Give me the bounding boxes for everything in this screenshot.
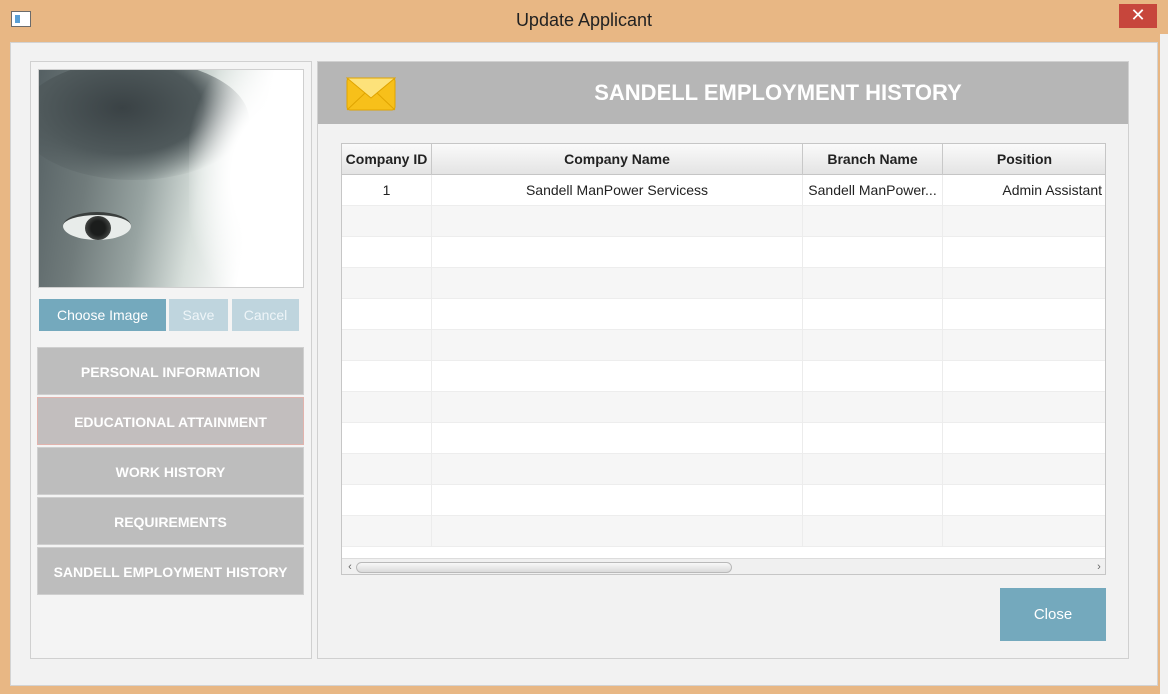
window-title: Update Applicant [515, 10, 653, 30]
empty-row [342, 516, 1105, 547]
empty-row [342, 237, 1105, 268]
table-row[interactable]: 1 Sandell ManPower Servicess Sandell Man… [342, 175, 1105, 206]
choose-image-button[interactable]: Choose Image [39, 299, 166, 331]
scroll-left-icon[interactable]: ‹ [344, 559, 356, 574]
nav-work-history[interactable]: WORK HISTORY [37, 447, 304, 495]
right-panel: SANDELL EMPLOYMENT HISTORY Company ID Co… [317, 61, 1129, 659]
column-header-company-name[interactable]: Company Name [432, 144, 803, 175]
cell-company-id: 1 [342, 175, 432, 206]
empty-row [342, 392, 1105, 423]
section-header: SANDELL EMPLOYMENT HISTORY [318, 62, 1128, 124]
section-title: SANDELL EMPLOYMENT HISTORY [594, 80, 962, 105]
column-header-company-id[interactable]: Company ID [342, 144, 432, 175]
scrollbar-thumb[interactable] [356, 562, 732, 573]
close-button[interactable]: Close [1000, 588, 1106, 641]
left-panel: Choose Image Save Cancel PERSONAL INFORM… [30, 61, 312, 659]
empty-row [342, 299, 1105, 330]
cell-position: Admin Assistant [943, 175, 1105, 206]
nav-educational-attainment[interactable]: EDUCATIONAL ATTAINMENT [37, 397, 304, 445]
nav-sandell-employment-history[interactable]: SANDELL EMPLOYMENT HISTORY [37, 547, 304, 595]
column-header-position[interactable]: Position [943, 144, 1105, 175]
nav-requirements[interactable]: REQUIREMENTS [37, 497, 304, 545]
dialog-content: Choose Image Save Cancel PERSONAL INFORM… [10, 42, 1158, 686]
empty-row [342, 423, 1105, 454]
envelope-icon [346, 77, 396, 111]
title-bar: Update Applicant ✕ [0, 0, 1168, 42]
column-header-branch-name[interactable]: Branch Name [803, 144, 943, 175]
scroll-right-icon[interactable]: › [1093, 559, 1105, 574]
section-nav: PERSONAL INFORMATION EDUCATIONAL ATTAINM… [37, 347, 304, 597]
background-strip [1160, 34, 1168, 694]
empty-row [342, 206, 1105, 237]
horizontal-scrollbar[interactable]: ‹ › [342, 558, 1105, 574]
employment-history-table: Company ID Company Name Branch Name Posi… [341, 143, 1106, 575]
cell-company-name: Sandell ManPower Servicess [432, 175, 803, 206]
cancel-button[interactable]: Cancel [232, 299, 299, 331]
empty-row [342, 268, 1105, 299]
empty-row [342, 454, 1105, 485]
window-close-button[interactable]: ✕ [1119, 4, 1157, 28]
applicant-photo [38, 69, 304, 288]
empty-row [342, 485, 1105, 516]
table-body: 1 Sandell ManPower Servicess Sandell Man… [342, 175, 1105, 556]
update-applicant-window: Update Applicant ✕ Choose Image Save Can… [0, 0, 1168, 694]
table-header: Company ID Company Name Branch Name Posi… [342, 144, 1105, 175]
empty-row [342, 361, 1105, 392]
empty-row [342, 330, 1105, 361]
save-button[interactable]: Save [169, 299, 228, 331]
cell-branch-name: Sandell ManPower... [803, 175, 943, 206]
nav-personal-information[interactable]: PERSONAL INFORMATION [37, 347, 304, 395]
